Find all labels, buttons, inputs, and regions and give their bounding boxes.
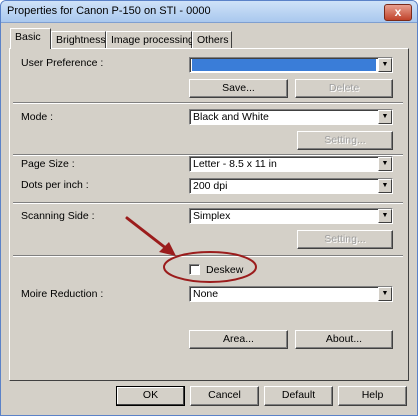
- help-button[interactable]: Help: [338, 386, 407, 406]
- user-preference-value: [192, 59, 376, 71]
- moire-reduction-label: Moire Reduction :: [21, 288, 104, 300]
- deskew-label[interactable]: Deskew: [206, 264, 243, 276]
- divider: [13, 102, 403, 104]
- scanning-side-setting-button[interactable]: Setting...: [297, 230, 393, 249]
- save-button[interactable]: Save...: [189, 79, 288, 98]
- default-button[interactable]: Default: [264, 386, 333, 406]
- dots-per-inch-select[interactable]: 200 dpi ▼: [189, 178, 393, 194]
- divider: [13, 255, 403, 257]
- properties-dialog: Properties for Canon P-150 on STI - 0000…: [0, 0, 418, 416]
- chevron-down-icon[interactable]: ▼: [378, 157, 392, 171]
- page-size-select[interactable]: Letter - 8.5 x 11 in ▼: [189, 156, 393, 172]
- chevron-down-icon[interactable]: ▼: [378, 110, 392, 124]
- dots-per-inch-value: 200 dpi: [193, 180, 228, 192]
- scanning-side-select[interactable]: Simplex ▼: [189, 208, 393, 224]
- dots-per-inch-label: Dots per inch :: [21, 179, 89, 191]
- area-button[interactable]: Area...: [189, 330, 288, 349]
- mode-select[interactable]: Black and White ▼: [189, 109, 393, 125]
- scanning-side-label: Scanning Side :: [21, 210, 95, 222]
- delete-button[interactable]: Delete: [295, 79, 393, 98]
- chevron-down-icon[interactable]: ▼: [378, 209, 392, 223]
- cancel-button[interactable]: Cancel: [190, 386, 259, 406]
- about-button[interactable]: About...: [295, 330, 393, 349]
- mode-setting-button[interactable]: Setting...: [297, 131, 393, 150]
- mode-label: Mode :: [21, 111, 54, 123]
- ok-button[interactable]: OK: [116, 386, 185, 406]
- divider: [13, 202, 403, 204]
- user-preference-select[interactable]: ▼: [189, 57, 393, 73]
- deskew-checkbox[interactable]: [189, 264, 200, 275]
- chevron-down-icon[interactable]: ▼: [378, 179, 392, 193]
- scanning-side-value: Simplex: [193, 210, 231, 222]
- chevron-down-icon[interactable]: ▼: [378, 287, 392, 301]
- chevron-down-icon[interactable]: ▼: [378, 58, 392, 72]
- moire-reduction-select[interactable]: None ▼: [189, 286, 393, 302]
- page-size-label: Page Size :: [21, 158, 75, 170]
- mode-value: Black and White: [193, 111, 269, 123]
- user-preference-label: User Preference :: [21, 57, 104, 69]
- page-size-value: Letter - 8.5 x 11 in: [193, 158, 277, 170]
- moire-reduction-value: None: [193, 288, 219, 300]
